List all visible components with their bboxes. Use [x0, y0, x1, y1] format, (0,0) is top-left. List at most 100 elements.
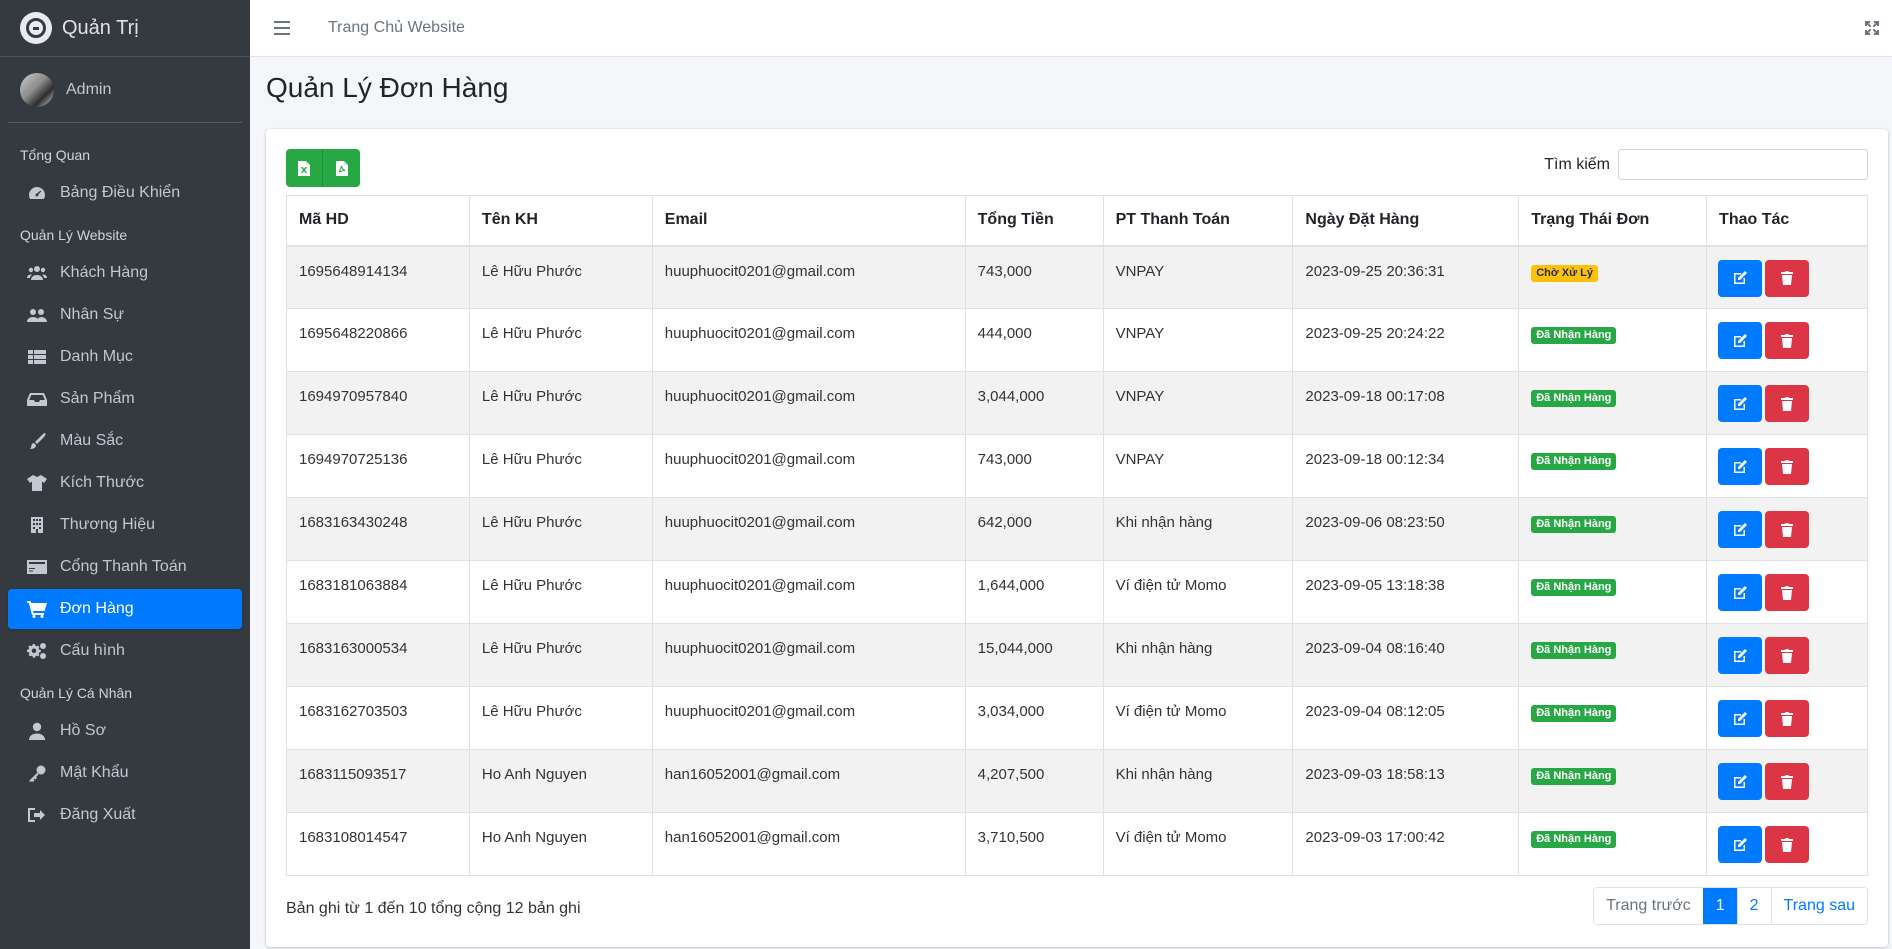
edit-button[interactable]	[1718, 448, 1763, 485]
cell-email: huuphuocit0201@gmail.com	[651, 686, 966, 750]
cogs-icon	[26, 642, 48, 660]
menu-toggle-icon[interactable]	[274, 21, 290, 35]
sidebar-item-cogs[interactable]: Cấu hình	[8, 631, 242, 671]
sidebar-item-key[interactable]: Mật Khẩu	[8, 753, 242, 793]
export-button-group	[286, 149, 360, 187]
column-header[interactable]: Ngày Đặt Hàng	[1292, 195, 1520, 247]
cell-date: 2023-09-18 00:12:34	[1292, 434, 1520, 498]
cell-id: 1694970725136	[286, 434, 470, 498]
delete-button[interactable]	[1765, 448, 1810, 485]
home-website-link[interactable]: Trang Chủ Website	[328, 19, 465, 37]
cell-date: 2023-09-25 20:24:22	[1292, 308, 1520, 372]
sidebar-item-user-group[interactable]: Nhân Sự	[8, 295, 242, 335]
cell-status: Đã Nhận Hàng	[1518, 623, 1708, 687]
delete-button[interactable]	[1765, 385, 1810, 422]
cell-id: 1683163000534	[286, 623, 470, 687]
user-panel[interactable]: Admin	[8, 57, 242, 123]
cell-payment: VNPAY	[1102, 308, 1294, 372]
edit-button[interactable]	[1718, 259, 1763, 297]
cell-name: Lê Hữu Phước	[468, 686, 653, 750]
search-input[interactable]	[1618, 149, 1868, 180]
edit-button[interactable]	[1718, 385, 1763, 422]
cell-total: 4,207,500	[964, 749, 1104, 813]
cell-status: Đã Nhận Hàng	[1518, 560, 1708, 624]
delete-button[interactable]	[1765, 763, 1810, 800]
sidebar-item-tshirt[interactable]: Kích Thước	[8, 463, 242, 503]
edit-button[interactable]	[1718, 511, 1763, 548]
edit-button[interactable]	[1718, 826, 1763, 863]
column-header[interactable]: Thao Tác	[1706, 195, 1868, 247]
delete-button[interactable]	[1765, 700, 1810, 737]
sidebar-item-list[interactable]: Danh Mục	[8, 337, 242, 377]
sidebar-item-cart[interactable]: Đơn Hàng	[8, 589, 242, 629]
sidebar-item-inbox[interactable]: Sản Phẩm	[8, 379, 242, 419]
cell-id: 1695648914134	[286, 245, 470, 309]
sidebar-item-building[interactable]: Thương Hiệu	[8, 505, 242, 545]
cell-status: Đã Nhận Hàng	[1518, 434, 1708, 498]
edit-button[interactable]	[1718, 574, 1763, 611]
sidebar-item-user[interactable]: Hồ Sơ	[8, 711, 242, 751]
cell-status: Đã Nhận Hàng	[1518, 686, 1708, 750]
edit-button[interactable]	[1718, 763, 1763, 800]
cell-email: huuphuocit0201@gmail.com	[651, 371, 966, 435]
pagination-prev[interactable]: Trang trước	[1594, 888, 1703, 924]
delete-button[interactable]	[1765, 322, 1810, 359]
brand-logo-icon	[20, 12, 52, 44]
excel-icon	[298, 160, 310, 176]
nav-header: Quản Lý Website	[20, 226, 128, 243]
cell-email: han16052001@gmail.com	[651, 749, 966, 813]
column-header[interactable]: Trạng Thái Đơn	[1518, 195, 1708, 247]
cell-date: 2023-09-25 20:36:31	[1292, 245, 1520, 309]
cell-actions	[1706, 371, 1868, 435]
delete-button[interactable]	[1765, 637, 1810, 674]
sidebar-item-users[interactable]: Khách Hàng	[8, 253, 242, 293]
pagination-page-1[interactable]: 1	[1702, 888, 1737, 924]
trash-icon	[1781, 711, 1794, 726]
pagination-next[interactable]: Trang sau	[1770, 888, 1867, 924]
column-header[interactable]: Tên KH	[468, 195, 653, 247]
fullscreen-icon[interactable]	[1864, 20, 1880, 36]
cell-name: Lê Hữu Phước	[468, 623, 653, 687]
records-info: Bản ghi từ 1 đến 10 tổng cộng 12 bản ghi	[286, 900, 581, 917]
sidebar-item-label: Khách Hàng	[60, 264, 149, 281]
column-header[interactable]: Email	[651, 195, 966, 247]
cell-total: 3,034,000	[964, 686, 1104, 750]
edit-icon	[1734, 459, 1748, 473]
column-header[interactable]: PT Thanh Toán	[1102, 195, 1294, 247]
cell-total: 15,044,000	[964, 623, 1104, 687]
trash-icon	[1781, 522, 1794, 537]
column-header[interactable]: Tổng Tiền	[964, 195, 1104, 247]
delete-button[interactable]	[1765, 574, 1810, 611]
cell-status: Chờ Xử Lý	[1518, 245, 1708, 309]
delete-button[interactable]	[1765, 826, 1810, 863]
cell-payment: Khi nhận hàng	[1102, 497, 1294, 561]
cell-payment: Khi nhận hàng	[1102, 749, 1294, 813]
edit-icon	[1734, 585, 1748, 599]
sidebar-item-paint-brush[interactable]: Màu Sắc	[8, 421, 242, 461]
sidebar-item-label: Bảng Điều Khiển	[60, 184, 181, 201]
sidebar-item-sign-out[interactable]: Đăng Xuất	[8, 795, 242, 835]
column-header[interactable]: Mã HD	[286, 195, 470, 247]
trash-icon	[1781, 396, 1794, 411]
edit-button[interactable]	[1718, 322, 1763, 359]
delete-button[interactable]	[1765, 511, 1810, 548]
edit-button[interactable]	[1718, 700, 1763, 737]
edit-button[interactable]	[1718, 637, 1763, 674]
sidebar-item-label: Đơn Hàng	[60, 600, 134, 617]
cell-actions	[1706, 749, 1868, 813]
sidebar-item-tachometer[interactable]: Bảng Điều Khiển	[8, 173, 242, 213]
export-pdf-button[interactable]	[323, 149, 360, 187]
brand-link[interactable]: Quản Trị	[0, 0, 250, 57]
pagination-page-2[interactable]: 2	[1736, 888, 1771, 924]
sidebar-item-credit-card[interactable]: Cổng Thanh Toán	[8, 547, 242, 587]
cell-actions	[1706, 686, 1868, 750]
cell-total: 642,000	[964, 497, 1104, 561]
table-row: 1695648220866 Lê Hữu Phước huuphuocit0201@…	[286, 308, 1868, 372]
export-excel-button[interactable]	[286, 149, 323, 187]
cell-actions	[1706, 245, 1868, 309]
cell-email: huuphuocit0201@gmail.com	[651, 560, 966, 624]
delete-button[interactable]	[1765, 259, 1810, 297]
cell-id: 1683163430248	[286, 497, 470, 561]
cell-email: huuphuocit0201@gmail.com	[651, 308, 966, 372]
cell-name: Lê Hữu Phước	[468, 245, 653, 309]
